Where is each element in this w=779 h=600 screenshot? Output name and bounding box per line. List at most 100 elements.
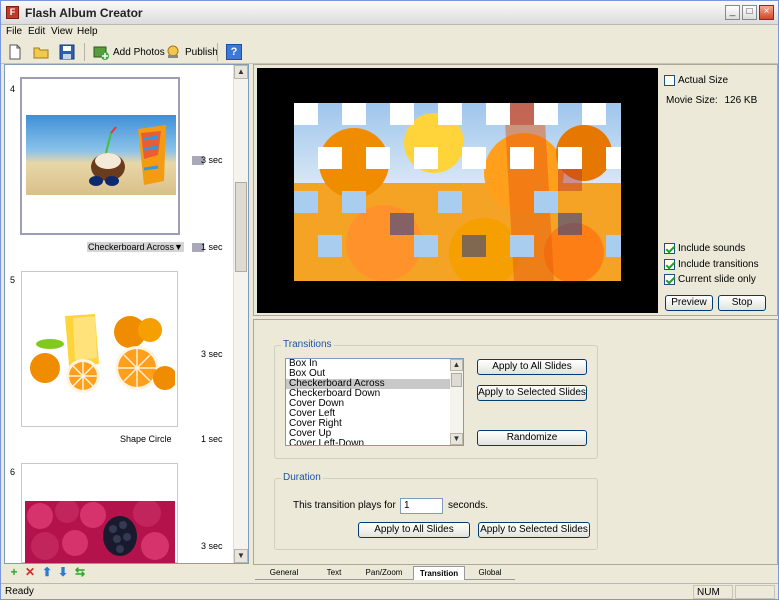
stop-button[interactable]: Stop — [718, 295, 766, 311]
menu-file[interactable]: File — [6, 26, 22, 37]
movie-size-value: 126 KB — [724, 95, 758, 106]
duration-group-title: Duration — [281, 472, 323, 483]
tab-general[interactable]: General — [255, 566, 313, 580]
apply-duration-selected-button[interactable]: Apply to Selected Slides — [478, 522, 590, 538]
slide-duration: 3 sec — [201, 541, 223, 551]
new-button[interactable] — [7, 43, 23, 61]
toolbar-separator — [84, 43, 85, 61]
duration-label: This transition plays for — [293, 500, 396, 511]
save-icon — [59, 44, 75, 60]
include-sounds-checkbox[interactable]: Include sounds — [664, 243, 745, 254]
apply-transition-all-button[interactable]: Apply to All Slides — [477, 359, 587, 375]
checkbox-box — [664, 243, 675, 254]
slide-duration: 3 sec — [201, 349, 223, 359]
oranges-photo — [25, 308, 175, 393]
folder-open-icon — [33, 44, 49, 60]
app-window: F Flash Album Creator _ □ × File Edit Vi… — [0, 0, 779, 600]
status-num: NUM — [693, 585, 733, 599]
randomize-button[interactable]: Randomize — [477, 430, 587, 446]
include-transitions-label: Include transitions — [678, 259, 759, 270]
scroll-up-icon[interactable]: ▲ — [234, 65, 248, 79]
status-text: Ready — [5, 586, 34, 597]
help-button[interactable]: ? — [226, 43, 242, 61]
duration-group: Duration This transition plays for 1 sec… — [274, 472, 598, 550]
publish-label: Publish — [185, 46, 218, 58]
add-slide-icon[interactable]: + — [8, 566, 20, 578]
scroll-up-icon[interactable]: ▲ — [450, 359, 463, 371]
menu-bar: File Edit View Help — [1, 25, 778, 40]
include-sounds-label: Include sounds — [678, 243, 746, 254]
movie-size: Movie Size: 126 KB — [666, 95, 757, 106]
title-bar: F Flash Album Creator _ □ × — [1, 1, 778, 25]
properties-tabs: General Text Pan/Zoom Transition Global — [253, 566, 778, 580]
current-slide-only-label: Current slide only — [678, 274, 756, 285]
menu-view[interactable]: View — [51, 26, 73, 37]
berries-photo — [25, 501, 175, 563]
preview-button[interactable]: Preview — [665, 295, 713, 311]
delete-slide-icon[interactable]: ✕ — [24, 566, 36, 578]
preview-panel: Actual Size Movie Size: 126 KB Include s… — [253, 64, 778, 316]
close-button[interactable]: × — [759, 5, 774, 20]
slide-list[interactable]: 4 3 sec Checkerboard Across▼ 1 sec 5 3 s… — [4, 64, 249, 564]
slide-list-scrollbar[interactable]: ▲ ▼ — [233, 65, 248, 563]
new-file-icon — [7, 44, 23, 60]
add-photos-label: Add Photos — [113, 46, 165, 58]
app-logo-icon: F — [6, 6, 19, 19]
save-button[interactable] — [59, 43, 75, 61]
duration-input[interactable]: 1 — [400, 498, 443, 514]
tab-transition[interactable]: Transition — [413, 566, 465, 580]
window-title: Flash Album Creator — [25, 6, 143, 20]
transition-option[interactable]: Cover Left-Down — [286, 439, 463, 446]
current-slide-only-checkbox[interactable]: Current slide only — [664, 274, 756, 285]
transitions-group-title: Transitions — [281, 339, 334, 350]
slide-number: 6 — [10, 467, 16, 477]
move-down-icon[interactable]: ⬇ — [57, 566, 69, 578]
scroll-thumb[interactable] — [451, 373, 462, 387]
apply-duration-all-button[interactable]: Apply to All Slides — [358, 522, 470, 538]
transition-select[interactable]: Checkerboard Across▼ — [87, 242, 184, 252]
publish-button[interactable]: Publish — [165, 43, 218, 61]
include-transitions-checkbox[interactable]: Include transitions — [664, 259, 759, 270]
slide-duration: 3 sec — [201, 155, 223, 165]
add-photos-button[interactable]: Add Photos — [93, 43, 165, 61]
preview-stage — [257, 68, 658, 313]
status-extra — [735, 585, 775, 599]
scroll-down-icon[interactable]: ▼ — [234, 549, 248, 563]
add-photos-icon — [93, 44, 109, 60]
slide-thumbnail[interactable] — [21, 271, 178, 427]
transitions-group: Transitions Box In Box Out Checkerboard Ac… — [274, 339, 598, 459]
scroll-thumb[interactable] — [235, 182, 247, 272]
slide-thumbnail[interactable] — [21, 463, 178, 563]
minimize-button[interactable]: _ — [725, 5, 740, 20]
actual-size-checkbox[interactable]: Actual Size — [664, 75, 728, 86]
menu-help[interactable]: Help — [77, 26, 98, 37]
checkbox-box — [664, 75, 675, 86]
transition-duration: 1 sec — [201, 434, 223, 444]
slide-thumbnail[interactable] — [20, 77, 180, 235]
open-button[interactable] — [33, 43, 49, 61]
tab-global[interactable]: Global — [465, 566, 515, 580]
slide-number: 5 — [10, 275, 16, 285]
actual-size-label: Actual Size — [678, 75, 729, 86]
toolbar: Add Photos Publish ? — [1, 40, 778, 64]
toolbar-separator — [217, 43, 218, 61]
tab-text[interactable]: Text — [313, 566, 355, 580]
checkbox-box — [664, 259, 675, 270]
apply-transition-selected-button[interactable]: Apply to Selected Slides — [477, 385, 587, 401]
preview-image — [294, 103, 621, 281]
move-up-icon[interactable]: ⬆ — [41, 566, 53, 578]
help-icon: ? — [226, 44, 242, 60]
status-bar: Ready NUM — [1, 583, 778, 599]
checkbox-box — [664, 274, 675, 285]
tab-pan-zoom[interactable]: Pan/Zoom — [355, 566, 413, 580]
rotate-icon[interactable]: ⇆ — [74, 566, 86, 578]
transitions-list-scrollbar[interactable]: ▲ ▼ — [450, 359, 463, 445]
transition-select[interactable]: Shape Circle — [120, 434, 172, 444]
slide-number: 4 — [10, 84, 16, 94]
scroll-down-icon[interactable]: ▼ — [450, 433, 463, 445]
movie-size-label: Movie Size: — [666, 95, 718, 106]
menu-edit[interactable]: Edit — [28, 26, 45, 37]
transitions-list[interactable]: Box In Box Out Checkerboard Across Checkerb… — [285, 358, 464, 446]
publish-icon — [165, 44, 181, 60]
maximize-button[interactable]: □ — [742, 5, 757, 20]
